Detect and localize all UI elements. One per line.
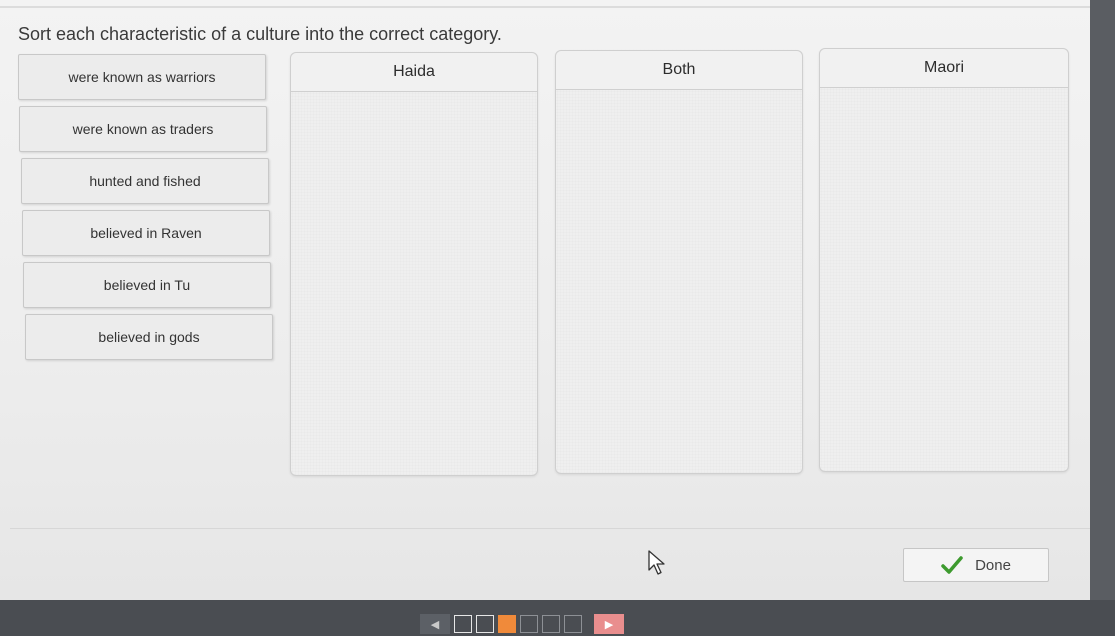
drag-tile-hunted-fished[interactable]: hunted and fished [21,158,269,204]
tile-label: hunted and fished [89,173,201,189]
check-icon [941,556,963,574]
page-navigator: ◀ ▶ [420,612,624,636]
bin-title: Both [662,61,696,78]
drag-tile-traders[interactable]: were known as traders [19,106,267,152]
done-label: Done [975,556,1011,574]
drag-tile-tu[interactable]: believed in Tu [23,262,271,308]
bin-header-haida: Haida [291,53,537,92]
drag-tile-gods[interactable]: believed in gods [25,314,273,360]
page-6-box[interactable] [564,615,582,633]
footer-divider [10,528,1090,529]
bin-title: Maori [923,59,964,76]
top-divider [0,6,1095,8]
left-arrow-icon[interactable]: ◀ [420,614,450,634]
page-4-box[interactable] [520,615,538,633]
tile-label: were known as traders [72,121,214,137]
page-5-box[interactable] [542,615,560,633]
tile-label: were known as warriors [68,69,216,85]
drop-zone-both[interactable]: Both [555,50,803,474]
tile-label: believed in Tu [103,277,191,293]
bin-title: Haida [393,63,435,80]
tile-label: believed in Raven [90,225,202,241]
screen: Sort each characteristic of a culture in… [0,0,1095,600]
drag-tile-warriors[interactable]: were known as warriors [18,54,266,100]
bin-header-maori: Maori [820,49,1068,88]
tile-label: believed in gods [98,329,200,345]
instruction-prompt: Sort each characteristic of a culture in… [18,24,502,44]
bin-drop-area[interactable] [820,88,1068,471]
drag-tile-raven[interactable]: believed in Raven [22,210,270,256]
page-1-box[interactable] [454,615,472,633]
bin-drop-area[interactable] [291,92,537,475]
page-2-box[interactable] [476,615,494,633]
drop-zone-haida[interactable]: Haida [290,52,538,476]
mouse-pointer-icon [648,550,665,575]
done-button[interactable]: Done [903,548,1049,582]
drop-zone-maori[interactable]: Maori [819,48,1069,472]
bin-drop-area[interactable] [556,90,802,473]
bin-header-both: Both [556,51,802,90]
window-edge [1090,0,1115,600]
page-3-box[interactable] [498,615,516,633]
right-arrow-icon[interactable]: ▶ [594,614,624,634]
